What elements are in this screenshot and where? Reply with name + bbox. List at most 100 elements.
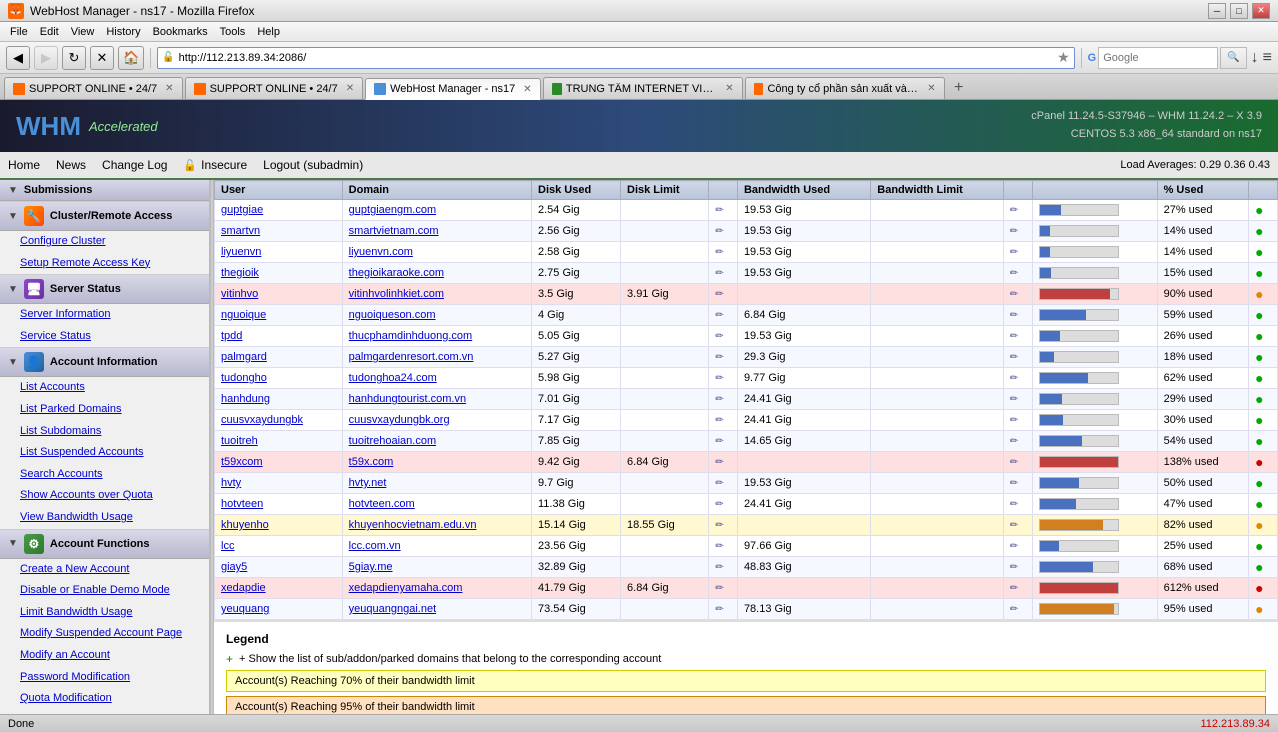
tab-1[interactable]: SUPPORT ONLINE • 24/7 ✕ [4, 77, 183, 99]
cell-edit[interactable]: ✏ [709, 431, 738, 452]
edit2-icon[interactable]: ✏ [1010, 520, 1018, 531]
sidebar-section-submissions-header[interactable]: ▼ Submissions [0, 180, 209, 201]
tab-5[interactable]: Công ty cổ phần sản xuất và phân p... ✕ [745, 77, 945, 99]
nav-news[interactable]: News [56, 158, 86, 172]
sidebar-item-setup-remote-key[interactable]: Setup Remote Access Key [0, 253, 209, 275]
cell-edit2[interactable]: ✏ [1003, 221, 1032, 242]
edit-icon[interactable]: ✏ [715, 373, 723, 384]
cell-edit2[interactable]: ✏ [1003, 515, 1032, 536]
edit2-icon[interactable]: ✏ [1010, 331, 1018, 342]
edit-icon[interactable]: ✏ [715, 205, 723, 216]
edit-icon[interactable]: ✏ [715, 394, 723, 405]
edit-icon[interactable]: ✏ [715, 352, 723, 363]
cell-edit2[interactable]: ✏ [1003, 410, 1032, 431]
edit2-icon[interactable]: ✏ [1010, 457, 1018, 468]
menu-history[interactable]: History [100, 24, 146, 40]
edit-icon[interactable]: ✏ [715, 562, 723, 573]
edit-icon[interactable]: ✏ [715, 499, 723, 510]
edit-icon[interactable]: ✏ [715, 604, 723, 615]
edit-icon[interactable]: ✏ [715, 310, 723, 321]
cell-edit2[interactable]: ✏ [1003, 347, 1032, 368]
sidebar-item-create-account[interactable]: Create a New Account [0, 559, 209, 581]
sidebar-item-modify-suspended-page[interactable]: Modify Suspended Account Page [0, 623, 209, 645]
cell-edit[interactable]: ✏ [709, 536, 738, 557]
cell-edit2[interactable]: ✏ [1003, 263, 1032, 284]
cell-edit[interactable]: ✏ [709, 368, 738, 389]
edit2-icon[interactable]: ✏ [1010, 247, 1018, 258]
cell-edit[interactable]: ✏ [709, 578, 738, 599]
edit2-icon[interactable]: ✏ [1010, 436, 1018, 447]
maximize-button[interactable]: □ [1230, 3, 1248, 19]
search-button[interactable]: 🔍 [1220, 47, 1246, 69]
sidebar-item-view-bandwidth[interactable]: View Bandwidth Usage [0, 507, 209, 529]
edit2-icon[interactable]: ✏ [1010, 415, 1018, 426]
cell-edit2[interactable]: ✏ [1003, 536, 1032, 557]
home-button[interactable]: 🏠 [118, 46, 144, 70]
minimize-button[interactable]: ─ [1208, 3, 1226, 19]
tab-2[interactable]: SUPPORT ONLINE • 24/7 ✕ [185, 77, 364, 99]
cell-edit2[interactable]: ✏ [1003, 284, 1032, 305]
edit2-icon[interactable]: ✏ [1010, 478, 1018, 489]
edit-icon[interactable]: ✏ [715, 268, 723, 279]
edit2-icon[interactable]: ✏ [1010, 352, 1018, 363]
search-input[interactable] [1098, 47, 1218, 69]
edit-icon[interactable]: ✏ [715, 415, 723, 426]
cell-edit2[interactable]: ✏ [1003, 494, 1032, 515]
cell-edit[interactable]: ✏ [709, 410, 738, 431]
edit-icon[interactable]: ✏ [715, 289, 723, 300]
sidebar-item-password-mod[interactable]: Password Modification [0, 667, 209, 689]
cell-edit[interactable]: ✏ [709, 473, 738, 494]
close-button[interactable]: ✕ [1252, 3, 1270, 19]
sidebar-item-service-status[interactable]: Service Status [0, 326, 209, 348]
refresh-button[interactable]: ↻ [62, 46, 86, 70]
cell-edit2[interactable]: ✏ [1003, 557, 1032, 578]
edit2-icon[interactable]: ✏ [1010, 205, 1018, 216]
nav-changelog[interactable]: Change Log [102, 158, 167, 172]
menu-help[interactable]: Help [251, 24, 286, 40]
cell-edit2[interactable]: ✏ [1003, 242, 1032, 263]
menu-view[interactable]: View [65, 24, 101, 40]
edit2-icon[interactable]: ✏ [1010, 604, 1018, 615]
cell-edit2[interactable]: ✏ [1003, 452, 1032, 473]
sidebar-item-quota-mod[interactable]: Quota Modification [0, 688, 209, 710]
tab-close-1[interactable]: ✕ [165, 83, 173, 94]
edit-icon[interactable]: ✏ [715, 457, 723, 468]
cell-edit2[interactable]: ✏ [1003, 599, 1032, 620]
edit-icon[interactable]: ✏ [715, 583, 723, 594]
menu-file[interactable]: File [4, 24, 34, 40]
nav-logout[interactable]: Logout (subadmin) [263, 158, 363, 172]
tab-close-3[interactable]: ✕ [523, 84, 531, 95]
cell-edit[interactable]: ✏ [709, 389, 738, 410]
edit2-icon[interactable]: ✏ [1010, 289, 1018, 300]
stop-button[interactable]: ✕ [90, 46, 114, 70]
edit2-icon[interactable]: ✏ [1010, 541, 1018, 552]
tab-close-2[interactable]: ✕ [346, 83, 354, 94]
cell-edit[interactable]: ✏ [709, 326, 738, 347]
cell-edit[interactable]: ✏ [709, 263, 738, 284]
edit-icon[interactable]: ✏ [715, 226, 723, 237]
cell-edit2[interactable]: ✏ [1003, 305, 1032, 326]
sidebar-item-list-accounts[interactable]: List Accounts [0, 377, 209, 399]
edit2-icon[interactable]: ✏ [1010, 226, 1018, 237]
edit-icon[interactable]: ✏ [715, 331, 723, 342]
cell-edit2[interactable]: ✏ [1003, 389, 1032, 410]
cell-edit2[interactable]: ✏ [1003, 200, 1032, 221]
bookmark-star-icon[interactable]: ★ [1057, 49, 1070, 66]
sidebar-item-search-accounts[interactable]: Search Accounts [0, 464, 209, 486]
menu-edit[interactable]: Edit [34, 24, 65, 40]
cell-edit[interactable]: ✏ [709, 221, 738, 242]
edit2-icon[interactable]: ✏ [1010, 268, 1018, 279]
cell-edit[interactable]: ✏ [709, 347, 738, 368]
cell-edit2[interactable]: ✏ [1003, 326, 1032, 347]
edit2-icon[interactable]: ✏ [1010, 499, 1018, 510]
extra-button1[interactable]: ↓ [1251, 49, 1259, 67]
sidebar-item-demo-mode[interactable]: Disable or Enable Demo Mode [0, 580, 209, 602]
legend-expand-icon[interactable]: + [226, 652, 233, 666]
cell-edit2[interactable]: ✏ [1003, 473, 1032, 494]
cell-edit2[interactable]: ✏ [1003, 368, 1032, 389]
sidebar-item-list-parked[interactable]: List Parked Domains [0, 399, 209, 421]
extra-button2[interactable]: ≡ [1263, 49, 1272, 67]
cell-edit[interactable]: ✏ [709, 515, 738, 536]
edit2-icon[interactable]: ✏ [1010, 562, 1018, 573]
edit2-icon[interactable]: ✏ [1010, 373, 1018, 384]
